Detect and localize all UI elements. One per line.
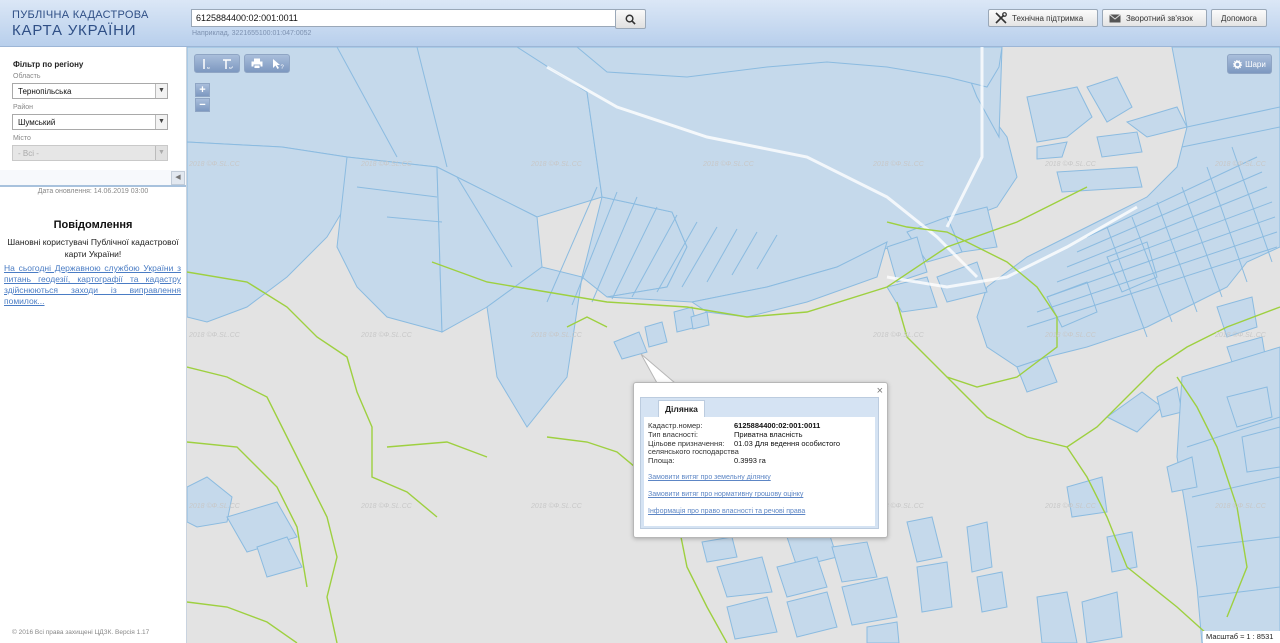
technical-support-label: Технічна підтримка — [1012, 13, 1084, 23]
help-label: Допомога — [1221, 13, 1257, 23]
chevron-down-icon: ▼ — [155, 146, 167, 160]
district-select-value: Шумський — [18, 118, 56, 127]
logo-line2: КАРТА УКРАЇНИ — [12, 22, 137, 39]
svg-text:м²: м² — [229, 65, 234, 70]
region-select-value: Тернопільська — [18, 87, 72, 96]
parcel-details: Кадастр.номер: 6125884400:02:001:0011 Ти… — [644, 417, 875, 526]
notice-link[interactable]: На сьогодні Державною службою України з … — [4, 263, 181, 307]
map-watermark: 2018 ©Ф.SL.CC — [531, 503, 582, 510]
area-value: 0.3993 га — [734, 456, 766, 465]
order-parcel-extract-link[interactable]: Замовити витяг про земельну ділянку — [648, 474, 771, 481]
map-watermark: 2018 ©Ф.SL.CC — [361, 161, 412, 168]
cadastral-number-value: 6125884400:02:001:0011 — [734, 421, 821, 430]
notice-text: Шановні користувачі Публічної кадастрово… — [7, 237, 179, 259]
measure-toolbar: м м² — [194, 54, 240, 73]
feedback-label: Зворотний зв'язок — [1126, 13, 1193, 23]
district-label: Район — [13, 104, 33, 111]
map-canvas[interactable] — [187, 47, 1280, 643]
map-watermark: 2018 ©Ф.SL.CC — [1045, 503, 1096, 510]
close-icon[interactable]: × — [877, 385, 883, 397]
map-scale: Масштаб ≈ 1 : 8531 — [1203, 631, 1280, 643]
map-watermark: 2018 ©Ф.SL.CC — [873, 161, 924, 168]
identify-cursor-icon[interactable]: ? — [268, 55, 289, 72]
map-watermark: 2018 ©Ф.SL.CC — [189, 332, 240, 339]
popup-pointer — [640, 353, 677, 384]
feedback-button[interactable]: Зворотний зв'язок — [1102, 9, 1207, 27]
measure-area-icon[interactable]: м² — [218, 55, 239, 72]
technical-support-button[interactable]: Технічна підтримка — [988, 9, 1098, 27]
zoom-out-button[interactable]: − — [195, 98, 210, 112]
envelope-icon — [1109, 13, 1121, 22]
filter-collapse-bar: ◀ — [0, 170, 186, 187]
layers-button[interactable]: Шари — [1227, 54, 1272, 74]
sidebar: Фільтр по регіону Область Тернопільська … — [0, 47, 187, 643]
filter-title: Фільтр по регіону — [13, 60, 84, 69]
map-watermark: 2018 ©Ф.SL.CC — [189, 503, 240, 510]
search-button[interactable] — [615, 9, 646, 29]
measure-distance-icon[interactable]: м — [196, 55, 217, 72]
update-date: Дата оновлення: 14.06.2019 03:00 — [37, 188, 149, 195]
print-info-toolbar: ? — [244, 54, 290, 73]
chevron-down-icon: ▼ — [155, 115, 167, 129]
order-valuation-extract-link[interactable]: Замовити витяг про нормативну грошову оц… — [648, 491, 803, 498]
copyright: © 2016 Всі права захищені ЦДЗК. Версія 1… — [12, 629, 150, 636]
tools-icon — [995, 12, 1007, 24]
map-view[interactable]: 2018 ©Ф.SL.CC 2018 ©Ф.SL.CC 2018 ©Ф.SL.C… — [187, 47, 1280, 643]
header: ПУБЛІЧНА КАДАСТРОВА КАРТА УКРАЇНИ Наприк… — [0, 0, 1280, 47]
parcel-info-popup: × Ділянка Кадастр.номер: 6125884400:02:0… — [633, 382, 888, 538]
print-icon[interactable] — [246, 55, 267, 72]
notice-title: Повідомлення — [53, 219, 133, 231]
city-select[interactable]: - Всі - ▼ — [12, 145, 168, 161]
ownership-info-link[interactable]: Інформація про право власності та речові… — [648, 508, 805, 515]
region-label: Область — [13, 73, 41, 80]
map-watermark: 2018 ©Ф.SL.CC — [1215, 503, 1266, 510]
map-watermark: 2018 ©Ф.SL.CC — [1045, 161, 1096, 168]
map-watermark: 2018 ©Ф.SL.CC — [189, 161, 240, 168]
map-watermark: 2018 ©Ф.SL.CC — [531, 161, 582, 168]
parcels — [187, 47, 1280, 643]
cadastral-number-label: Кадастр.номер: — [648, 421, 703, 430]
gear-icon — [1233, 59, 1243, 69]
region-select[interactable]: Тернопільська ▼ — [12, 83, 168, 99]
map-watermark: 2018 ©Ф.SL.CC — [1045, 332, 1096, 339]
search-hint: Наприклад, 3221655100:01:047:0052 — [192, 30, 312, 37]
purpose-value: 01.03 Для ведення особистого — [734, 439, 841, 448]
purpose-value-continued: селянського господарства — [648, 447, 739, 456]
map-watermark: 2018 ©Ф.SL.CC — [1215, 332, 1266, 339]
popup-tab-container: Ділянка Кадастр.номер: 6125884400:02:001… — [640, 397, 879, 529]
city-label: Місто — [13, 135, 31, 142]
cadastral-search-input[interactable] — [191, 9, 617, 27]
district-select[interactable]: Шумський ▼ — [12, 114, 168, 130]
map-watermark: 2018 ©Ф.SL.CC — [703, 161, 754, 168]
help-button[interactable]: Допомога — [1211, 9, 1267, 27]
tab-parcel[interactable]: Ділянка — [658, 400, 705, 418]
area-label: Площа: — [648, 456, 675, 465]
map-watermark: 2018 ©Ф.SL.CC — [361, 503, 412, 510]
map-watermark: 2018 ©Ф.SL.CC — [873, 332, 924, 339]
ownership-type-label: Тип власності: — [648, 430, 698, 439]
layers-label: Шари — [1245, 59, 1266, 69]
ownership-type-value: Приватна власність — [734, 430, 803, 439]
search-icon — [625, 14, 636, 25]
map-watermark: 2018 ©Ф.SL.CC — [531, 332, 582, 339]
chevron-down-icon: ▼ — [155, 84, 167, 98]
logo[interactable]: ПУБЛІЧНА КАДАСТРОВА КАРТА УКРАЇНИ — [12, 9, 149, 39]
logo-line1: ПУБЛІЧНА КАДАСТРОВА — [12, 9, 149, 21]
zoom-in-button[interactable]: + — [195, 83, 210, 97]
map-watermark: 2018 ©Ф.SL.CC — [361, 332, 412, 339]
collapse-left-icon[interactable]: ◀ — [171, 171, 185, 185]
svg-text:?: ? — [281, 65, 285, 70]
city-select-value: - Всі - — [18, 149, 39, 158]
map-watermark: 2018 ©Ф.SL.CC — [1215, 161, 1266, 168]
svg-text:м: м — [207, 65, 210, 70]
